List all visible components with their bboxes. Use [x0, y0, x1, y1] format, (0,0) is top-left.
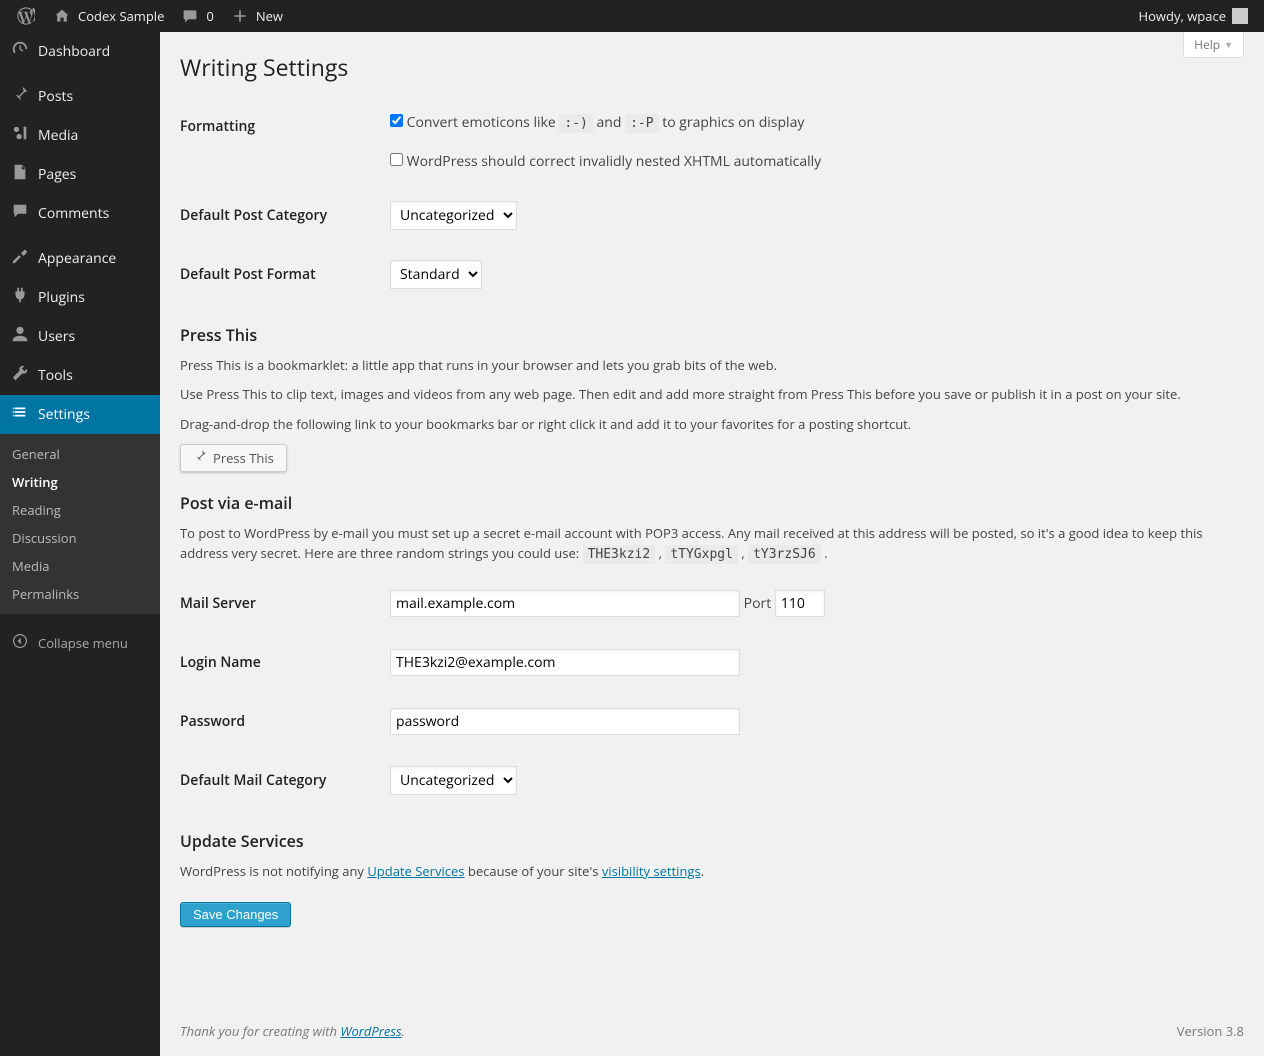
- settings-submenu: General Writing Reading Discussion Media…: [0, 434, 160, 614]
- visibility-settings-link[interactable]: visibility settings: [602, 862, 701, 880]
- port-label: Port: [744, 594, 772, 613]
- admin-bar: Codex Sample 0 New Howdy, wpace: [0, 0, 1264, 32]
- mail-server-input[interactable]: [390, 590, 740, 617]
- default-mail-cat-select[interactable]: Uncategorized: [390, 766, 517, 795]
- menu-dashboard[interactable]: Dashboard: [0, 32, 160, 71]
- default-mail-cat-label: Default Mail Category: [180, 751, 380, 810]
- collapse-icon: [10, 632, 30, 654]
- menu-posts[interactable]: Posts: [0, 77, 160, 116]
- tools-icon: [10, 364, 30, 387]
- comments-link[interactable]: 0: [172, 0, 221, 32]
- default-format-label: Default Post Format: [180, 245, 380, 304]
- wordpress-link[interactable]: WordPress: [340, 1022, 401, 1040]
- menu-plugins[interactable]: Plugins: [0, 278, 160, 317]
- comment-icon: [180, 6, 200, 26]
- port-input[interactable]: [775, 590, 825, 617]
- my-account-link[interactable]: Howdy, wpace: [1131, 0, 1256, 32]
- menu-comments[interactable]: Comments: [0, 194, 160, 233]
- menu-appearance[interactable]: Appearance: [0, 239, 160, 278]
- submenu-discussion[interactable]: Discussion: [0, 524, 160, 552]
- menu-tools[interactable]: Tools: [0, 356, 160, 395]
- submenu-writing[interactable]: Writing: [0, 468, 160, 496]
- submenu-general[interactable]: General: [0, 440, 160, 468]
- submenu-reading[interactable]: Reading: [0, 496, 160, 524]
- login-label: Login Name: [180, 633, 380, 692]
- pressthis-button[interactable]: Press This: [180, 444, 287, 472]
- pressthis-icon: [193, 449, 207, 467]
- home-icon: [52, 6, 72, 26]
- dashboard-icon: [10, 40, 30, 63]
- menu-users[interactable]: Users: [0, 317, 160, 356]
- footer: Thank you for creating with WordPress. V…: [160, 1012, 1264, 1050]
- xhtml-row[interactable]: WordPress should correct invalidly neste…: [390, 152, 821, 171]
- wp-logo[interactable]: [8, 0, 44, 32]
- postemail-title: Post via e-mail: [180, 492, 1244, 514]
- admin-menu: Dashboard Posts Media Pages Comments App…: [0, 32, 160, 1056]
- pin-icon: [10, 85, 30, 108]
- avatar-icon: [1232, 8, 1248, 24]
- page-icon: [10, 163, 30, 186]
- save-button[interactable]: Save Changes: [180, 902, 291, 927]
- emoticons-checkbox[interactable]: [390, 114, 403, 127]
- password-label: Password: [180, 692, 380, 751]
- pressthis-title: Press This: [180, 324, 1244, 346]
- default-format-select[interactable]: Standard: [390, 260, 482, 289]
- site-name-link[interactable]: Codex Sample: [44, 0, 172, 32]
- postemail-table: Mail Server Port Login Name Password Def…: [180, 574, 1244, 810]
- comments-count: 0: [206, 7, 213, 25]
- login-input[interactable]: [390, 649, 740, 676]
- submenu-media[interactable]: Media: [0, 552, 160, 580]
- update-services-link[interactable]: Update Services: [367, 862, 464, 880]
- settings-table: Formatting Convert emoticons like :-) an…: [180, 97, 1244, 304]
- plus-icon: [230, 6, 250, 26]
- wordpress-icon: [16, 6, 36, 26]
- submenu-permalinks[interactable]: Permalinks: [0, 580, 160, 608]
- pressthis-p3: Drag-and-drop the following link to your…: [180, 415, 1244, 435]
- menu-settings[interactable]: Settings: [0, 395, 160, 434]
- media-icon: [10, 124, 30, 147]
- mail-server-label: Mail Server: [180, 574, 380, 633]
- pressthis-p1: Press This is a bookmarklet: a little ap…: [180, 356, 1244, 376]
- version-text: Version 3.8: [1177, 1022, 1244, 1040]
- howdy-text: Howdy, wpace: [1139, 7, 1226, 25]
- emoticons-row[interactable]: Convert emoticons like :-) and :-P to gr…: [390, 113, 804, 132]
- plugin-icon: [10, 286, 30, 309]
- password-input[interactable]: [390, 708, 740, 735]
- users-icon: [10, 325, 30, 348]
- collapse-menu[interactable]: Collapse menu: [0, 624, 160, 662]
- pressthis-p2: Use Press This to clip text, images and …: [180, 385, 1244, 405]
- comments-icon: [10, 202, 30, 225]
- menu-media[interactable]: Media: [0, 116, 160, 155]
- appearance-icon: [10, 247, 30, 270]
- update-services-desc: WordPress is not notifying any Update Se…: [180, 862, 1244, 882]
- new-label: New: [256, 7, 283, 25]
- formatting-label: Formatting: [180, 97, 380, 186]
- help-tab[interactable]: Help▼: [1183, 32, 1244, 58]
- menu-pages[interactable]: Pages: [0, 155, 160, 194]
- new-content-link[interactable]: New: [222, 0, 291, 32]
- postemail-desc: To post to WordPress by e-mail you must …: [180, 524, 1244, 564]
- page-title: Writing Settings: [180, 42, 1244, 97]
- update-services-title: Update Services: [180, 830, 1244, 852]
- chevron-down-icon: ▼: [1224, 38, 1233, 51]
- xhtml-checkbox[interactable]: [390, 153, 403, 166]
- site-name: Codex Sample: [78, 7, 164, 25]
- default-category-label: Default Post Category: [180, 186, 380, 245]
- default-category-select[interactable]: Uncategorized: [390, 201, 517, 230]
- settings-icon: [10, 403, 30, 426]
